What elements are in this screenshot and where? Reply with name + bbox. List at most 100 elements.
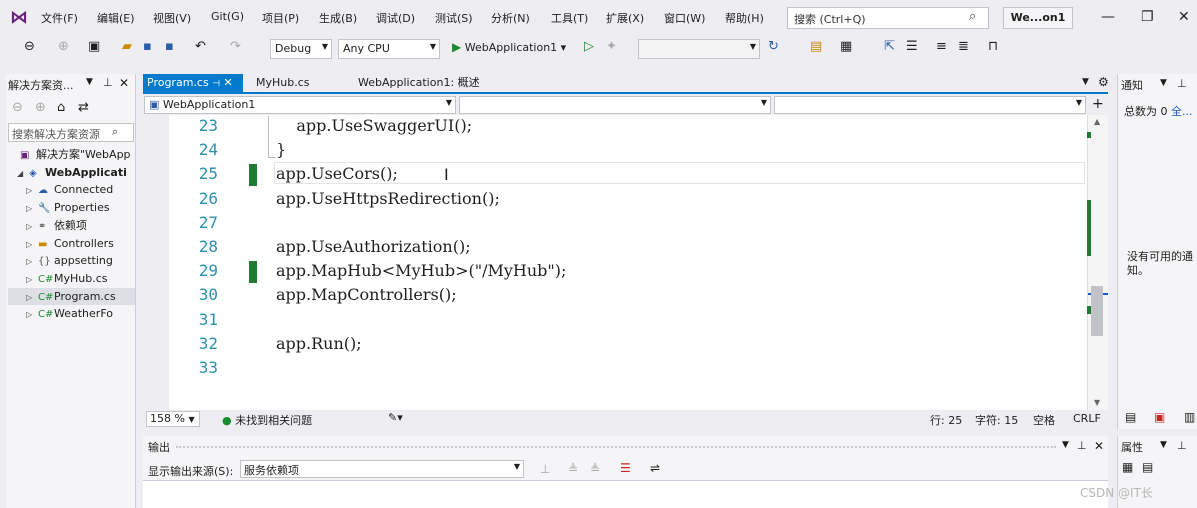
layout-icon[interactable]: ▦	[840, 39, 852, 54]
sol-forward-icon[interactable]: ⊕	[35, 100, 46, 115]
categorized-icon[interactable]: ▦	[1122, 460, 1133, 474]
platform-select[interactable]: Any CPU ▼	[338, 39, 440, 59]
dropdown-icon[interactable]: ▼	[1160, 78, 1167, 88]
outdent-icon[interactable]: ≣	[958, 39, 969, 54]
solution-folder-icon[interactable]: ▤	[810, 39, 822, 54]
menu-item[interactable]: 调试(D)	[376, 10, 415, 26]
line-indicator[interactable]: 行: 25	[930, 412, 962, 428]
expanded-arrow-icon[interactable]: ◢	[17, 165, 29, 181]
tree-item[interactable]: ▷ ☁ Connected	[8, 181, 135, 198]
whitespace-indicator[interactable]: 空格	[1033, 412, 1055, 428]
panel-close-icon[interactable]: ✕	[119, 76, 129, 90]
code-line[interactable]: app.Run();	[276, 334, 362, 353]
start-debug-button[interactable]: ▶ WebApplication1 ▾	[452, 40, 566, 54]
tree-item[interactable]: ▷ C#Program.cs	[8, 287, 135, 305]
split-editor-icon[interactable]: +	[1092, 96, 1104, 112]
pin-icon[interactable]: ⊥	[1177, 77, 1187, 90]
explorer-icon[interactable]: ▥	[1184, 410, 1195, 424]
minimize-icon[interactable]: —	[1101, 9, 1115, 25]
refresh-icon[interactable]: ↻	[768, 39, 779, 54]
notifications-link[interactable]: 全...	[1171, 105, 1193, 118]
scroll-up-icon[interactable]: ▲	[1094, 117, 1100, 126]
save-all-icon[interactable]: ▪	[165, 39, 174, 54]
next-message-icon[interactable]: ≜	[590, 462, 600, 476]
pointer-icon[interactable]: ⇱	[884, 39, 895, 54]
align-icon[interactable]: ☰	[906, 39, 918, 54]
tree-item[interactable]: ▷ 🔧 Properties	[8, 199, 135, 216]
home-icon[interactable]: ⌂	[57, 100, 65, 115]
menu-item[interactable]: 测试(S)	[435, 10, 473, 26]
pin-icon[interactable]: ⊥	[103, 76, 113, 89]
close-icon[interactable]: ✕	[1178, 9, 1190, 25]
code-line[interactable]: app.UseAuthorization();	[276, 237, 471, 256]
panel-list-icon[interactable]: ▤	[1125, 410, 1136, 424]
project-nav-select[interactable]: ▣ WebApplication1 ▼	[144, 96, 456, 114]
code-line[interactable]: app.UseHttpsRedirection();	[276, 189, 500, 208]
back-icon[interactable]: ⊖	[24, 39, 35, 54]
collapsed-arrow-icon[interactable]: ▷	[26, 271, 38, 287]
solution-name-badge[interactable]: We...on1	[1003, 7, 1073, 29]
settings-gear-icon[interactable]: ⚙	[1098, 75, 1109, 89]
menu-item[interactable]: 扩展(X)	[606, 10, 644, 26]
code-line[interactable]: }	[276, 140, 286, 159]
collapsed-arrow-icon[interactable]: ▷	[26, 253, 38, 269]
panel-close-icon[interactable]: ✕	[1094, 439, 1104, 453]
undo-icon[interactable]: ↶	[195, 39, 206, 54]
dropdown-icon[interactable]: ▼	[1160, 440, 1167, 450]
save-icon[interactable]: ▪	[143, 39, 152, 54]
collapsed-arrow-icon[interactable]: ▷	[26, 200, 38, 216]
tab-list-dropdown-icon[interactable]: ▼	[1082, 77, 1089, 87]
search-icon[interactable]: ⌕	[112, 125, 118, 139]
type-nav-select[interactable]: ▼	[459, 96, 771, 114]
collapsed-arrow-icon[interactable]: ▷	[26, 289, 38, 305]
maximize-icon[interactable]: ❐	[1141, 9, 1154, 25]
dropdown-icon[interactable]: ▼	[1062, 440, 1069, 450]
search-icon[interactable]: ⌕	[969, 9, 976, 24]
menu-item[interactable]: 帮助(H)	[725, 10, 764, 26]
menu-item[interactable]: 编辑(E)	[97, 10, 135, 26]
collapsed-arrow-icon[interactable]: ▷	[26, 236, 38, 252]
tree-item[interactable]: ◢ ◈ WebApplicati	[8, 164, 135, 181]
menu-item[interactable]: 文件(F)	[41, 10, 78, 26]
code-line[interactable]: app.UseSwaggerUI();	[276, 116, 472, 135]
tree-item[interactable]: ▷ ▬ Controllers	[8, 235, 135, 252]
collapsed-arrow-icon[interactable]: ▷	[26, 182, 38, 198]
pin-icon[interactable]: ⊣	[212, 79, 220, 89]
tree-item[interactable]: ▣ 解决方案"WebApp	[8, 146, 135, 163]
tree-item[interactable]: ▷ C#MyHub.cs	[8, 270, 135, 287]
menu-item[interactable]: 分析(N)	[491, 10, 530, 26]
switch-view-icon[interactable]: ⇄	[78, 100, 89, 115]
tab-program-cs[interactable]: Program.cs ⊣ ✕	[143, 74, 243, 92]
alphabetical-icon[interactable]: ▤	[1142, 460, 1153, 474]
collapsed-arrow-icon[interactable]: ▷	[26, 306, 38, 322]
code-line[interactable]: app.MapControllers();	[276, 285, 457, 304]
find-message-icon[interactable]: ⊥	[540, 462, 550, 476]
menu-item[interactable]: Git(G)	[211, 10, 244, 23]
column-indicator[interactable]: 字符: 15	[975, 412, 1018, 428]
scroll-thumb[interactable]	[1091, 286, 1103, 336]
output-source-select[interactable]: 服务依赖项 ▼	[240, 460, 524, 478]
start-without-debug-icon[interactable]: ▷	[584, 39, 594, 54]
hot-reload-icon[interactable]: ✦	[606, 39, 617, 54]
new-project-icon[interactable]: ▣	[88, 39, 100, 54]
search-input[interactable]: 搜索 (Ctrl+Q)	[787, 7, 989, 29]
tree-item[interactable]: ▷ ⚭ 依赖项	[8, 217, 135, 234]
previous-message-icon[interactable]: ≜	[568, 462, 578, 476]
menu-item[interactable]: 生成(B)	[319, 10, 357, 26]
member-nav-select[interactable]: ▼	[774, 96, 1086, 114]
line-ending-indicator[interactable]: CRLF	[1073, 412, 1101, 425]
menu-item[interactable]: 项目(P)	[262, 10, 299, 26]
cleanup-brush-icon[interactable]: ✎▾	[388, 411, 403, 424]
pin-icon[interactable]: ⊥	[1077, 439, 1087, 452]
menu-item[interactable]: 工具(T)	[551, 10, 588, 26]
code-line[interactable]: app.MapHub<MyHub>("/MyHub");	[276, 261, 566, 280]
code-line[interactable]: app.UseCors();	[276, 164, 398, 183]
word-wrap-icon[interactable]: ⇌	[650, 461, 660, 475]
open-folder-icon[interactable]: ▰	[122, 39, 132, 54]
forward-icon[interactable]: ⊕	[58, 39, 69, 54]
zoom-select[interactable]: 158 % ▼	[146, 411, 200, 427]
menu-item[interactable]: 窗口(W)	[664, 10, 705, 26]
issues-indicator[interactable]: ● 未找到相关问题	[222, 412, 312, 428]
scroll-down-icon[interactable]: ▼	[1094, 398, 1100, 407]
bookmark-icon[interactable]: ⊓	[988, 39, 998, 54]
